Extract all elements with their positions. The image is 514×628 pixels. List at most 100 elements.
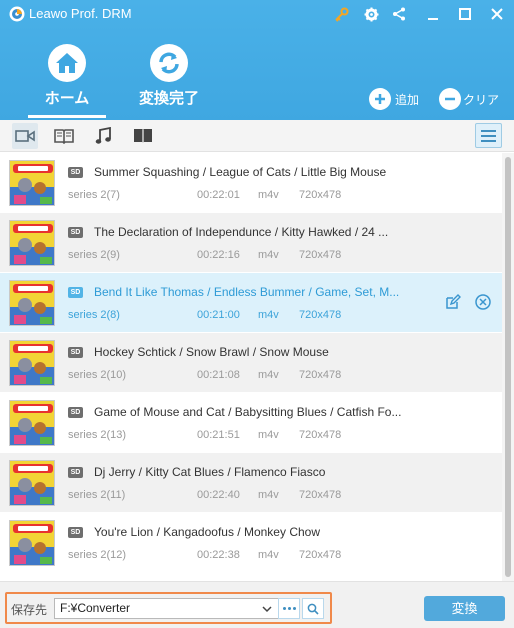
item-title: You're Lion / Kangadoofus / Monkey Chow	[94, 525, 320, 539]
item-title: Dj Jerry / Kitty Cat Blues / Flamenco Fi…	[94, 465, 326, 479]
item-format: m4v	[258, 369, 279, 381]
close-icon[interactable]	[487, 4, 507, 24]
clear-label: クリア	[463, 92, 500, 107]
nav-converted-label: 変換完了	[138, 90, 199, 107]
item-format: m4v	[258, 429, 279, 441]
book-icon	[54, 129, 74, 144]
browse-folder-button[interactable]	[278, 598, 300, 619]
ebook-tab[interactable]	[51, 123, 77, 149]
item-format: m4v	[258, 489, 279, 501]
save-path-value: F:¥Converter	[60, 601, 131, 615]
nav-home-button[interactable]: ホーム	[12, 44, 122, 114]
thumbnail-image	[9, 460, 55, 506]
music-tab[interactable]	[90, 123, 116, 149]
thumbnail-image	[9, 280, 55, 326]
item-duration: 00:21:08	[197, 369, 240, 381]
gear-icon[interactable]	[361, 4, 381, 24]
media-type-toolbar	[0, 120, 514, 152]
item-resolution: 720x478	[299, 369, 342, 381]
sd-badge: SD	[68, 227, 83, 238]
maximize-icon[interactable]	[455, 4, 475, 24]
thumbnail-image	[9, 340, 55, 386]
menu-icon	[481, 129, 496, 132]
thumbnail-image	[9, 520, 55, 566]
item-format: m4v	[258, 309, 279, 321]
item-duration: 00:22:40	[197, 489, 240, 501]
video-list: SD Summer Squashing / League of Cats / L…	[0, 153, 502, 581]
chevron-down-icon[interactable]	[261, 604, 273, 614]
search-icon	[307, 603, 319, 615]
sd-badge: SD	[68, 287, 83, 298]
open-folder-button[interactable]	[302, 598, 324, 619]
item-duration: 00:21:51	[197, 429, 240, 441]
item-resolution: 720x478	[299, 549, 342, 561]
nav-home-label: ホーム	[44, 90, 90, 107]
list-item-3[interactable]: SD Bend It Like Thomas / Endless Bummer …	[0, 273, 502, 333]
item-resolution: 720x478	[299, 309, 342, 321]
nav-active-indicator	[28, 115, 106, 118]
more-dots-icon	[282, 607, 286, 610]
remove-icon[interactable]	[474, 293, 492, 311]
list-menu-button[interactable]	[475, 123, 502, 148]
convert-button[interactable]: 変換	[424, 596, 505, 621]
item-format: m4v	[258, 189, 279, 201]
item-title: Bend It Like Thomas / Endless Bummer / G…	[94, 285, 400, 299]
list-item-2[interactable]: SD The Declaration of Independunce / Kit…	[0, 213, 502, 273]
share-icon[interactable]	[389, 4, 409, 24]
video-tab[interactable]	[12, 123, 38, 149]
item-duration: 00:21:00	[197, 309, 240, 321]
item-series: series 2(9)	[68, 249, 120, 261]
add-button[interactable]: 追加	[369, 88, 419, 110]
list-item-4[interactable]: SD Hockey Schtick / Snow Brawl / Snow Mo…	[0, 333, 502, 393]
item-duration: 00:22:01	[197, 189, 240, 201]
nav-converted-button[interactable]: 変換完了	[114, 44, 224, 114]
item-title: Game of Mouse and Cat / Babysitting Blue…	[94, 405, 402, 419]
clear-button[interactable]: クリア	[439, 88, 499, 110]
refresh-icon	[150, 44, 188, 82]
list-item-7[interactable]: SD You're Lion / Kangadoofus / Monkey Ch…	[0, 513, 502, 573]
header-bar: Leawo Prof. DRM ホーム 変換完了 追加 クリア	[0, 0, 514, 120]
thumbnail-image	[9, 220, 55, 266]
app-title: Leawo Prof. DRM	[29, 6, 132, 21]
item-format: m4v	[258, 549, 279, 561]
audiobook-tab[interactable]	[130, 123, 156, 149]
footer-bar: 保存先 F:¥Converter 変換	[0, 581, 514, 628]
minimize-icon[interactable]	[423, 4, 443, 24]
list-scrollbar-thumb[interactable]	[505, 157, 511, 577]
item-duration: 00:22:38	[197, 549, 240, 561]
sd-badge: SD	[68, 527, 83, 538]
item-format: m4v	[258, 249, 279, 261]
item-resolution: 720x478	[299, 249, 342, 261]
item-resolution: 720x478	[299, 489, 342, 501]
sd-badge: SD	[68, 167, 83, 178]
home-icon	[48, 44, 86, 82]
list-item-6[interactable]: SD Dj Jerry / Kitty Cat Blues / Flamenco…	[0, 453, 502, 513]
item-title: Summer Squashing / League of Cats / Litt…	[94, 165, 387, 179]
item-duration: 00:22:16	[197, 249, 240, 261]
thumbnail-image	[9, 400, 55, 446]
item-series: series 2(10)	[68, 369, 127, 381]
save-path-select[interactable]: F:¥Converter	[54, 598, 279, 619]
title-bar: Leawo Prof. DRM	[0, 0, 514, 28]
item-resolution: 720x478	[299, 189, 342, 201]
item-series: series 2(7)	[68, 189, 120, 201]
app-logo-icon	[9, 6, 25, 22]
thumbnail-image	[9, 160, 55, 206]
audiobook-icon	[134, 129, 152, 143]
item-resolution: 720x478	[299, 429, 342, 441]
item-series: series 2(13)	[68, 429, 127, 441]
save-location-label: 保存先	[11, 603, 48, 617]
item-title: Hockey Schtick / Snow Brawl / Snow Mouse	[94, 345, 329, 359]
add-label: 追加	[395, 92, 420, 107]
edit-icon[interactable]	[444, 293, 462, 311]
plus-icon	[369, 88, 391, 110]
list-item-5[interactable]: SD Game of Mouse and Cat / Babysitting B…	[0, 393, 502, 453]
sd-badge: SD	[68, 467, 83, 478]
save-location-group: 保存先 F:¥Converter	[5, 592, 332, 624]
music-icon	[95, 127, 111, 144]
sd-badge: SD	[68, 407, 83, 418]
list-item-1[interactable]: SD Summer Squashing / League of Cats / L…	[0, 153, 502, 213]
key-icon[interactable]	[331, 4, 351, 24]
item-title: The Declaration of Independunce / Kitty …	[94, 225, 389, 239]
item-series: series 2(12)	[68, 549, 127, 561]
